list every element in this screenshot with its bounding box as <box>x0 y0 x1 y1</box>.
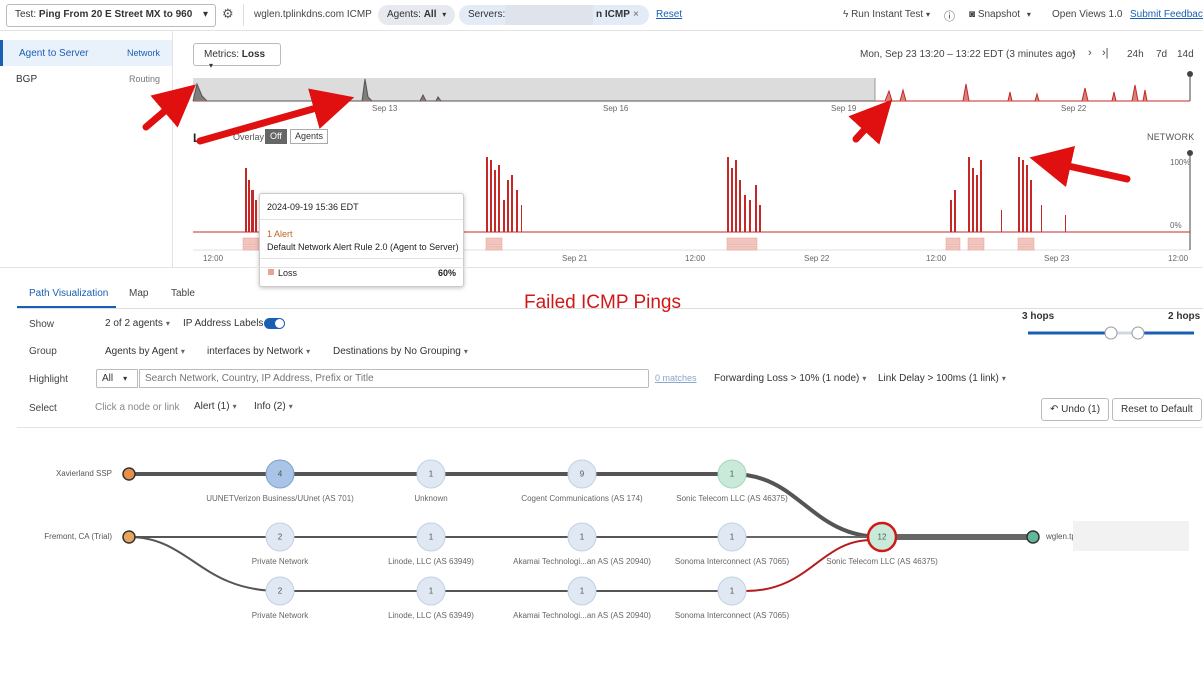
hop-label: UUNETVerizon Business/UUnet (AS 701) <box>206 494 354 503</box>
hop-label: Sonoma Interconnect (AS 7065) <box>674 611 790 620</box>
path-visualization <box>122 84 1131 606</box>
hop-count: 1 <box>428 586 434 596</box>
agent-label: Xavierland SSP <box>55 469 112 478</box>
hop-count: 1 <box>729 532 735 542</box>
agent-label: Fremont, CA (Trial) <box>44 532 112 541</box>
hop-label: Linode, LLC (AS 63949) <box>388 611 474 620</box>
hop-label: Linode, LLC (AS 63949) <box>388 557 474 566</box>
hop-count: 1 <box>428 469 434 479</box>
hop-count: 1 <box>729 469 735 479</box>
hop-label: Private Network <box>251 557 309 566</box>
arrow-icon <box>848 99 893 145</box>
hop-count: 2 <box>277 586 283 596</box>
hop-label: Akamai Technologi...an AS (AS 20940) <box>513 557 651 566</box>
hop-label: Sonoma Interconnect (AS 7065) <box>674 557 790 566</box>
hop-label: Unknown <box>414 494 448 503</box>
hop-count: 1 <box>729 586 735 596</box>
destination-node[interactable] <box>1026 530 1040 544</box>
hop-count: 1 <box>428 532 434 542</box>
hop-count: 2 <box>277 532 283 542</box>
hop-count: 1 <box>579 586 585 596</box>
hop-label: Sonic Telecom LLC (AS 46375) <box>826 557 938 566</box>
hop-label: Sonic Telecom LLC (AS 46375) <box>676 494 788 503</box>
hop-count: 9 <box>579 469 585 479</box>
hop-count: 1 <box>579 532 585 542</box>
arrow-icon <box>1029 146 1131 188</box>
agent-node[interactable] <box>122 530 136 544</box>
hop-count: 4 <box>277 469 283 479</box>
arrow-icon <box>142 84 196 131</box>
annotation-arrows <box>142 84 1131 188</box>
hop-label: Private Network <box>251 611 309 620</box>
link[interactable] <box>129 472 883 539</box>
redacted-region <box>1073 521 1189 551</box>
agent-node[interactable] <box>122 467 136 481</box>
hop-count: 12 <box>877 532 887 542</box>
hop-label: Cogent Communications (AS 174) <box>521 494 643 503</box>
destination-label: wglen.tp <box>1046 532 1076 541</box>
arrow-icon <box>196 88 355 145</box>
hop-label: Akamai Technologi...an AS (AS 20940) <box>513 611 651 620</box>
